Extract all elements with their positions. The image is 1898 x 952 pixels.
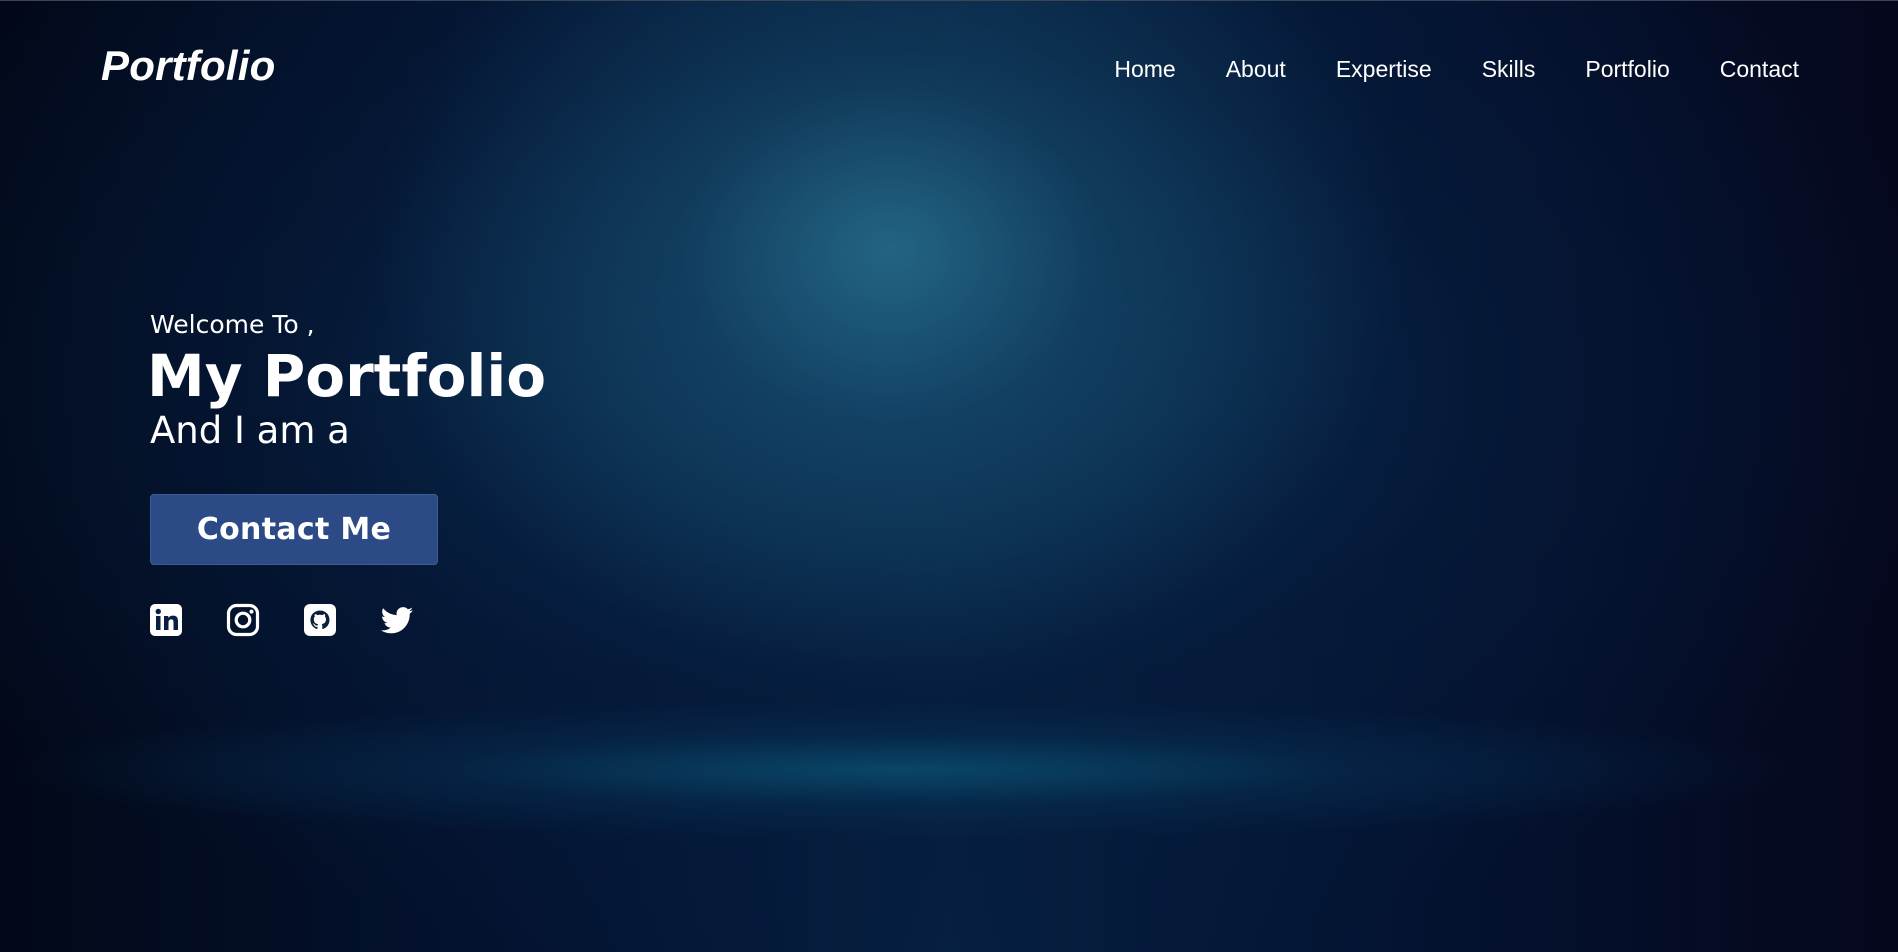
github-icon (304, 604, 336, 636)
nav-links: Home About Expertise Skills Portfolio Co… (1064, 54, 1799, 84)
github-link[interactable] (303, 603, 337, 637)
nav-link-expertise[interactable]: Expertise (1336, 54, 1432, 84)
linkedin-icon (150, 604, 182, 636)
hero-section: Welcome To , My Portfolio And I am a (147, 308, 850, 456)
nav-link-portfolio[interactable]: Portfolio (1585, 54, 1669, 84)
contact-me-button[interactable]: Contact Me (150, 494, 438, 565)
hero-title: My Portfolio (147, 342, 547, 410)
nav-link-skills[interactable]: Skills (1482, 54, 1536, 84)
nav-link-about[interactable]: About (1226, 54, 1286, 84)
social-links (149, 603, 457, 637)
nav-link-contact[interactable]: Contact (1720, 54, 1799, 84)
twitter-icon (380, 607, 413, 634)
navbar: Portfolio Home About Expertise Skills Po… (0, 0, 1898, 140)
hero-subtitle: And I am a (150, 409, 350, 452)
hero-welcome-text: Welcome To , (150, 310, 315, 339)
site-logo[interactable]: Portfolio (101, 42, 275, 90)
twitter-link[interactable] (380, 603, 414, 637)
instagram-icon (226, 603, 260, 637)
nav-link-home[interactable]: Home (1114, 54, 1175, 84)
instagram-link[interactable] (226, 603, 260, 637)
linkedin-link[interactable] (149, 603, 183, 637)
